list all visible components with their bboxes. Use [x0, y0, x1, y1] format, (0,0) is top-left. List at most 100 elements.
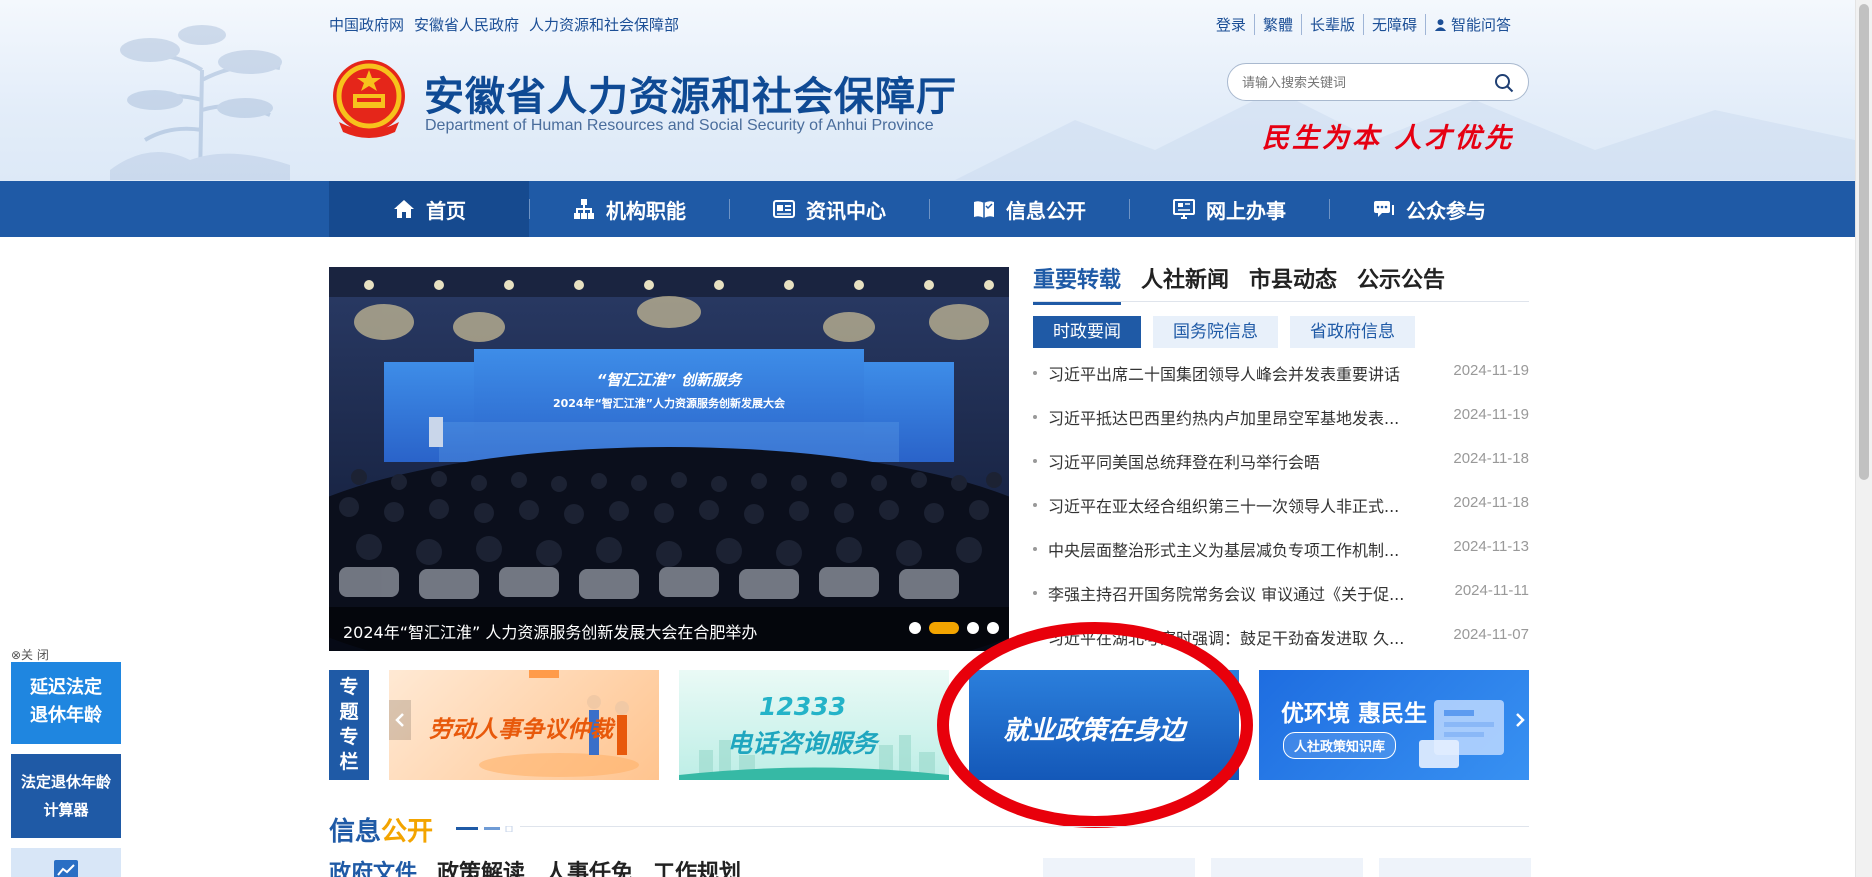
- accessibility-link[interactable]: 无障碍: [1362, 14, 1425, 35]
- banner-text: 优环境 惠民生: [1281, 701, 1428, 727]
- news-date: 2024-11-18: [1453, 494, 1529, 511]
- scrollbar-thumb[interactable]: [1859, 4, 1869, 480]
- news-tabs: 重要转载 人社新闻 市县动态 公示公告: [1033, 262, 1445, 305]
- knowledge-base-button[interactable]: 人社政策知识库: [1283, 732, 1397, 759]
- banner-text: 就业政策在身边: [1003, 716, 1186, 746]
- carousel-caption[interactable]: 2024年“智汇江淮” 人力资源服务创新发展大会在合肥举办: [343, 619, 757, 643]
- top-link-gov[interactable]: 中国政府网: [329, 14, 404, 35]
- org-chart-icon: [574, 199, 594, 219]
- nav-item-organization[interactable]: 机构职能: [529, 181, 729, 237]
- banner-12333-hotline[interactable]: 12333 电话咨询服务: [679, 670, 949, 780]
- top-link-mohrss[interactable]: 人力资源和社会保障部: [529, 14, 679, 35]
- top-link-anhui-gov[interactable]: 安徽省人民政府: [414, 14, 519, 35]
- tab-work-planning[interactable]: 工作规划: [653, 855, 741, 877]
- stage-screen-title: “智汇江淮” 创新服务: [597, 371, 744, 389]
- news-title[interactable]: 习近平在亚太经合组织第三十一次领导人非正式...: [1048, 493, 1399, 517]
- page-scrollbar[interactable]: [1855, 0, 1872, 877]
- banner-employment-policy[interactable]: 就业政策在身边: [969, 670, 1239, 780]
- tab-policy-interpretation[interactable]: 政策解读: [437, 855, 525, 877]
- carousel-dot-1[interactable]: [909, 622, 921, 634]
- nav-item-news-center[interactable]: 资讯中心: [729, 181, 929, 237]
- subtab-current-affairs[interactable]: 时政要闻: [1033, 316, 1141, 348]
- subtab-provincial-gov[interactable]: 省政府信息: [1290, 316, 1415, 348]
- news-title[interactable]: 习近平抵达巴西里约热内卢加里昂空军基地发表...: [1048, 405, 1399, 429]
- carousel-dot-3[interactable]: [967, 622, 979, 634]
- quick-card[interactable]: [1211, 858, 1363, 877]
- news-date: 2024-11-07: [1453, 626, 1529, 643]
- list-item[interactable]: 习近平在亚太经合组织第三十一次领导人非正式... 2024-11-18: [1033, 490, 1529, 534]
- news-title[interactable]: 习近平出席二十国集团领导人峰会并发表重要讲话: [1048, 361, 1400, 385]
- nav-item-label: 信息公开: [1006, 198, 1086, 223]
- special-column-label: 专 题 专 栏: [329, 670, 369, 780]
- bullet: [1033, 459, 1037, 463]
- tab-personnel-appointments[interactable]: 人事任免: [545, 855, 633, 877]
- nav-item-label: 资讯中心: [806, 198, 886, 223]
- tab-gov-documents[interactable]: 政府文件: [329, 855, 417, 877]
- search-icon[interactable]: [1494, 73, 1514, 93]
- tab-city-county-news[interactable]: 市县动态: [1249, 262, 1337, 305]
- quick-card[interactable]: [1379, 858, 1531, 877]
- list-item[interactable]: 习近平在湖北考察时强调：鼓足干劲奋发进取 久... 2024-11-07: [1033, 622, 1529, 666]
- carousel-dot-4[interactable]: [987, 622, 999, 634]
- search-input[interactable]: [1242, 73, 1482, 93]
- list-item[interactable]: 李强主持召开国务院常务会议 审议通过《关于促... 2024-11-11: [1033, 578, 1529, 622]
- login-link[interactable]: 登录: [1208, 14, 1254, 35]
- book-icon: [974, 201, 994, 218]
- nav-item-info-disclosure[interactable]: 信息公开: [929, 181, 1129, 237]
- list-item[interactable]: 习近平抵达巴西里约热内卢加里昂空军基地发表... 2024-11-19: [1033, 402, 1529, 446]
- banner-next-arrow[interactable]: [1509, 700, 1531, 740]
- news-date: 2024-11-19: [1453, 362, 1529, 379]
- info-disclosure-heading: 信息公开: [329, 811, 433, 848]
- nav-item-home[interactable]: 首页: [329, 181, 529, 237]
- news-title[interactable]: 李强主持召开国务院常务会议 审议通过《关于促...: [1048, 581, 1404, 605]
- bullet: [1033, 371, 1037, 375]
- smart-qa-link[interactable]: 智能问答: [1424, 14, 1519, 35]
- float-text: 计算器: [43, 801, 89, 819]
- site-subtitle: Department of Human Resources and Social…: [425, 117, 934, 134]
- float-delayed-retirement[interactable]: 延迟法定 退休年龄: [11, 662, 121, 744]
- search-box: [1227, 63, 1529, 101]
- banner-prev-arrow[interactable]: [389, 700, 411, 740]
- carousel-caption-bar: 2024年“智汇江淮” 人力资源服务创新发展大会在合肥举办: [329, 607, 1009, 651]
- traditional-chinese-link[interactable]: 繁體: [1253, 14, 1301, 35]
- top-links: 中国政府网 安徽省人民政府 人力资源和社会保障部: [329, 14, 679, 35]
- divider: [520, 826, 1529, 827]
- slogan: 民生为本 人才优先: [1262, 123, 1515, 154]
- subtab-state-council[interactable]: 国务院信息: [1153, 316, 1278, 348]
- carousel-photo: “智汇江淮” 创新服务 2024年“智汇江淮”人力资源服务创新发展大会: [329, 267, 1009, 651]
- float-text: 法定退休年龄: [20, 773, 111, 791]
- label-char: 栏: [339, 751, 359, 773]
- monitor-icon: [1173, 199, 1195, 219]
- pine-tree-decoration: [110, 25, 290, 180]
- list-item[interactable]: 习近平同美国总统拜登在利马举行会晤 2024-11-18: [1033, 446, 1529, 490]
- news-carousel[interactable]: “智汇江淮” 创新服务 2024年“智汇江淮”人力资源服务创新发展大会 2024…: [329, 267, 1009, 651]
- news-title[interactable]: 中央层面整治形式主义为基层减负专项工作机制...: [1048, 537, 1399, 561]
- national-emblem[interactable]: [329, 56, 409, 142]
- nav-item-public-participation[interactable]: 公众参与: [1329, 181, 1529, 237]
- float-text: 退休年龄: [30, 705, 102, 726]
- float-retirement-calculator[interactable]: 法定退休年龄 计算器: [11, 754, 121, 838]
- tab-announcements[interactable]: 公示公告: [1357, 262, 1445, 305]
- list-item[interactable]: 中央层面整治形式主义为基层减负专项工作机制... 2024-11-13: [1033, 534, 1529, 578]
- quick-card[interactable]: [1043, 858, 1195, 877]
- site-header: 中国政府网 安徽省人民政府 人力资源和社会保障部 登录 繁體 长辈版 无障碍 智…: [0, 0, 1855, 181]
- nav-item-label: 网上办事: [1206, 198, 1286, 223]
- news-title[interactable]: 习近平同美国总统拜登在利马举行会晤: [1048, 449, 1320, 473]
- nav-item-online-service[interactable]: 网上办事: [1129, 181, 1329, 237]
- news-date: 2024-11-19: [1453, 406, 1529, 423]
- heading-main: 信息: [329, 817, 382, 847]
- user-icon: [1434, 19, 1447, 31]
- tab-important-reprints[interactable]: 重要转载: [1033, 262, 1122, 305]
- banner-policy-knowledge-base[interactable]: 优环境 惠民生 人社政策知识库: [1259, 670, 1529, 780]
- banner-labor-arbitration[interactable]: 劳动人事争议仲裁: [389, 670, 659, 780]
- news-title[interactable]: 习近平在湖北考察时强调：鼓足干劲奋发进取 久...: [1048, 625, 1404, 649]
- chevron-left-icon: [395, 713, 404, 727]
- smart-qa-label: 智能问答: [1450, 16, 1511, 34]
- close-float-button[interactable]: ⊗关 闭: [11, 646, 49, 663]
- home-icon: [394, 200, 414, 218]
- list-item[interactable]: 习近平出席二十国集团领导人峰会并发表重要讲话 2024-11-19: [1033, 358, 1529, 402]
- float-chart-link[interactable]: [11, 848, 121, 877]
- carousel-dot-2[interactable]: [929, 622, 959, 634]
- elder-mode-link[interactable]: 长辈版: [1300, 14, 1363, 35]
- tab-hrss-news[interactable]: 人社新闻: [1141, 262, 1229, 305]
